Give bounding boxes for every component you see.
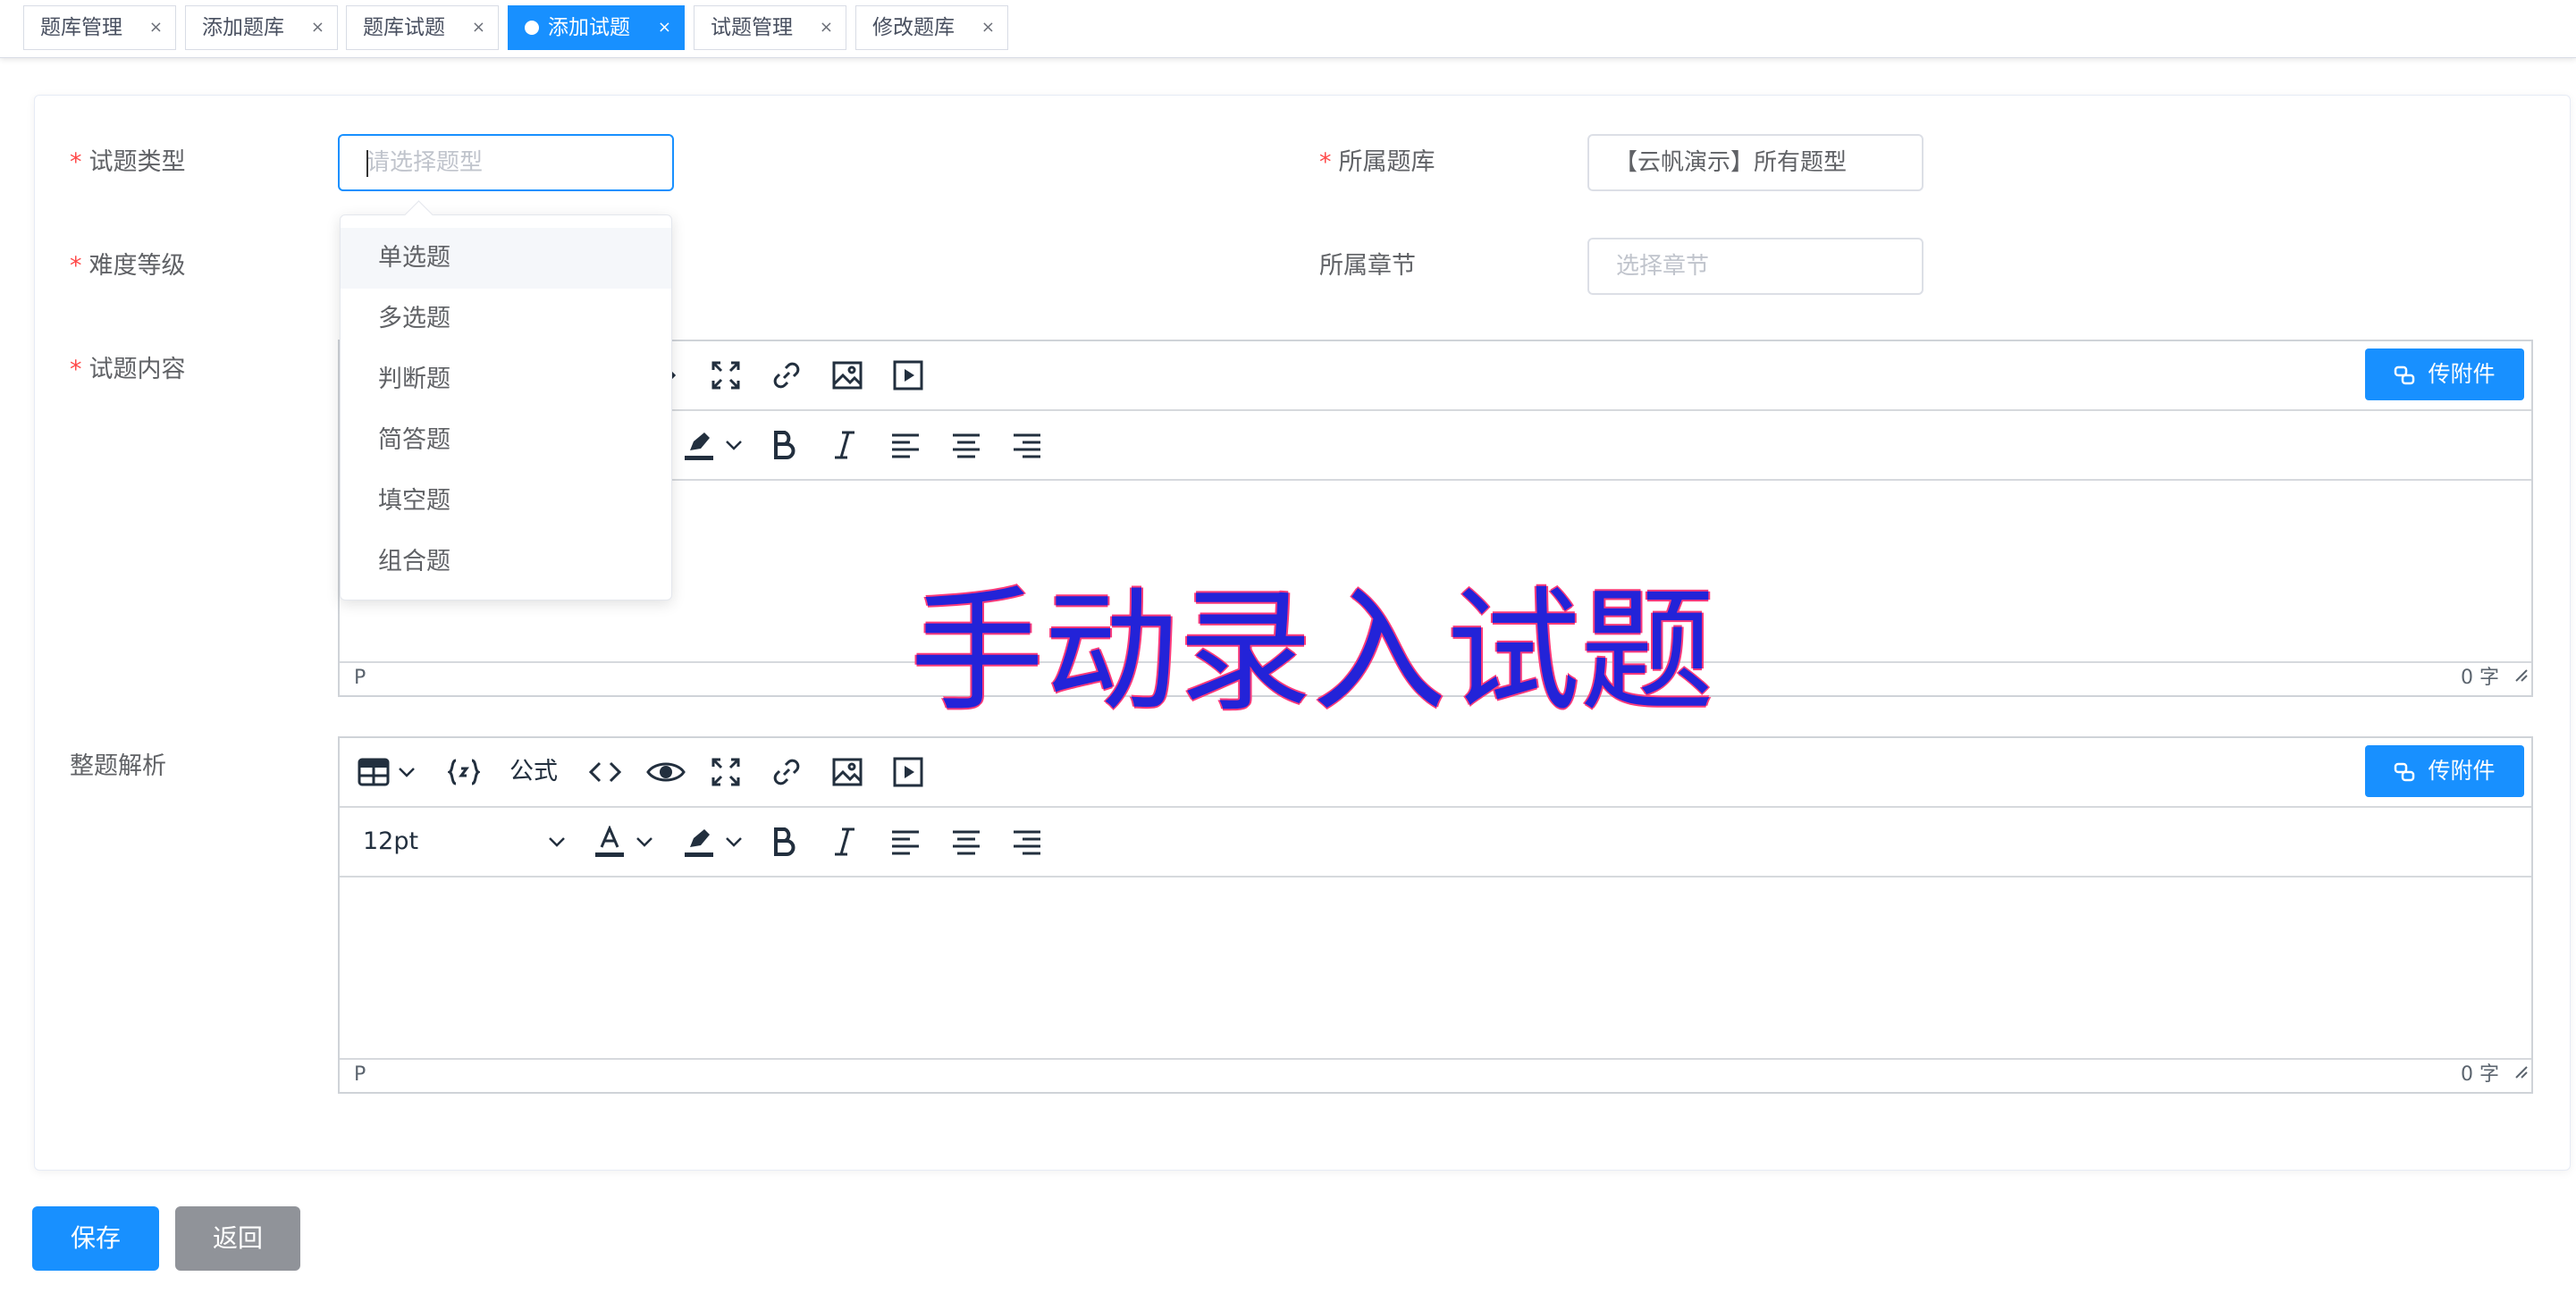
close-icon[interactable]: ×	[981, 6, 995, 49]
element-path: P	[354, 1063, 366, 1086]
close-icon[interactable]: ×	[472, 6, 485, 49]
table-icon[interactable]	[356, 738, 391, 806]
tab-add-question[interactable]: 添加试题 ×	[508, 5, 685, 50]
label-text: 整题解析	[70, 752, 166, 780]
question-bank-label: * 所属题库	[1319, 145, 1435, 181]
media-icon[interactable]	[887, 341, 930, 409]
chapter-select[interactable]: 选择章节	[1587, 238, 1924, 295]
resize-handle-icon[interactable]	[2512, 1058, 2528, 1088]
save-button[interactable]: 保存	[32, 1206, 159, 1271]
tab-edit-question-bank[interactable]: 修改题库 ×	[855, 5, 1008, 50]
content-label: * 试题内容	[70, 352, 186, 388]
question-bank-select[interactable]: 【云帆演示】所有题型	[1587, 134, 1924, 191]
question-type-dropdown: 单选题 多选题 判断题 简答题 填空题 组合题	[340, 200, 672, 600]
chevron-down-icon[interactable]	[393, 738, 420, 806]
text-caret	[366, 150, 368, 177]
label-text: 试题类型	[88, 148, 186, 176]
attach-label: 传附件	[2428, 758, 2496, 784]
italic-icon[interactable]	[824, 411, 865, 479]
analysis-label: 整题解析	[70, 749, 166, 785]
tab-question-bank-manage[interactable]: 题库管理 ×	[23, 5, 176, 50]
media-icon[interactable]	[887, 738, 930, 806]
tab-label: 试题管理	[711, 16, 793, 39]
watermark-caption: 手动录入试题	[910, 575, 1715, 730]
text-color-icon[interactable]	[592, 808, 627, 876]
chevron-down-icon[interactable]	[543, 808, 570, 876]
template-icon[interactable]	[443, 738, 484, 806]
fullscreen-icon[interactable]	[704, 738, 747, 806]
chapter-label: 所属章节	[1319, 248, 1416, 284]
question-type-select[interactable]: 请选择题型	[338, 134, 674, 191]
editor-statusbar: P 0 字	[340, 1058, 2531, 1092]
close-icon[interactable]: ×	[149, 6, 163, 49]
font-size-select[interactable]: 12pt	[363, 808, 418, 876]
fullscreen-icon[interactable]	[704, 341, 747, 409]
resize-handle-icon[interactable]	[2512, 661, 2528, 692]
editor-toolbar-primary: 公式 传附件	[340, 738, 2531, 808]
bold-icon[interactable]	[763, 411, 804, 479]
code-icon[interactable]	[585, 738, 626, 806]
highlight-icon[interactable]	[681, 411, 717, 479]
word-count: 0 字	[2461, 667, 2499, 689]
chevron-down-icon[interactable]	[631, 808, 658, 876]
label-text: 所属章节	[1319, 252, 1416, 280]
question-type-label: * 试题类型	[70, 145, 186, 181]
align-left-icon[interactable]	[885, 411, 926, 479]
tab-bank-questions[interactable]: 题库试题 ×	[346, 5, 499, 50]
tab-label: 题库管理	[40, 16, 122, 39]
chevron-down-icon[interactable]	[720, 808, 747, 876]
element-path: P	[354, 667, 366, 689]
formula-button[interactable]: 公式	[509, 738, 558, 806]
align-right-icon[interactable]	[1006, 411, 1048, 479]
align-center-icon[interactable]	[946, 411, 987, 479]
close-icon[interactable]: ×	[658, 6, 671, 49]
attach-label: 传附件	[2428, 361, 2496, 387]
required-mark: *	[70, 356, 82, 383]
option-multiple-choice[interactable]: 多选题	[341, 289, 671, 349]
italic-icon[interactable]	[824, 808, 865, 876]
align-left-icon[interactable]	[885, 808, 926, 876]
tags-view: 题库管理 × 添加题库 × 题库试题 × 添加试题 × 试题管理 × 修改题库 ×	[0, 0, 2576, 58]
option-short-answer[interactable]: 简答题	[341, 410, 671, 471]
highlight-icon[interactable]	[681, 808, 717, 876]
placeholder: 请选择题型	[366, 149, 484, 176]
close-icon[interactable]: ×	[820, 6, 833, 49]
tab-label: 题库试题	[363, 16, 445, 39]
option-single-choice[interactable]: 单选题	[341, 228, 671, 289]
word-count: 0 字	[2461, 1063, 2499, 1086]
required-mark: *	[70, 252, 82, 280]
attach-button[interactable]: 传附件	[2365, 745, 2524, 797]
label-text: 难度等级	[88, 252, 186, 280]
selected-value: 【云帆演示】所有题型	[1614, 149, 1848, 176]
align-center-icon[interactable]	[946, 808, 987, 876]
option-combination[interactable]: 组合题	[341, 532, 671, 592]
tab-label: 添加试题	[548, 16, 630, 39]
preview-eye-icon[interactable]	[644, 738, 688, 806]
required-mark: *	[70, 148, 82, 176]
link-icon[interactable]	[765, 341, 808, 409]
align-right-icon[interactable]	[1006, 808, 1048, 876]
chevron-down-icon[interactable]	[720, 411, 747, 479]
tab-question-manage[interactable]: 试题管理 ×	[694, 5, 846, 50]
attach-button[interactable]: 传附件	[2365, 348, 2524, 400]
active-dot-icon	[525, 21, 539, 35]
required-mark: *	[1319, 148, 1332, 176]
back-button[interactable]: 返回	[175, 1206, 300, 1271]
editor-toolbar-secondary: 12pt	[340, 808, 2531, 878]
option-fill-blank[interactable]: 填空题	[341, 471, 671, 532]
label-text: 试题内容	[88, 356, 186, 383]
tab-add-question-bank[interactable]: 添加题库 ×	[185, 5, 338, 50]
close-icon[interactable]: ×	[311, 6, 324, 49]
image-icon[interactable]	[826, 738, 869, 806]
option-true-false[interactable]: 判断题	[341, 349, 671, 410]
tab-label: 修改题库	[872, 16, 955, 39]
placeholder: 选择章节	[1616, 253, 1710, 280]
bold-icon[interactable]	[763, 808, 804, 876]
analysis-editor: 公式 传附件 12pt P 0 字	[338, 736, 2533, 1094]
image-icon[interactable]	[826, 341, 869, 409]
difficulty-label: * 难度等级	[70, 248, 186, 284]
tab-label: 添加题库	[202, 16, 284, 39]
link-icon[interactable]	[765, 738, 808, 806]
label-text: 所属题库	[1338, 148, 1435, 176]
